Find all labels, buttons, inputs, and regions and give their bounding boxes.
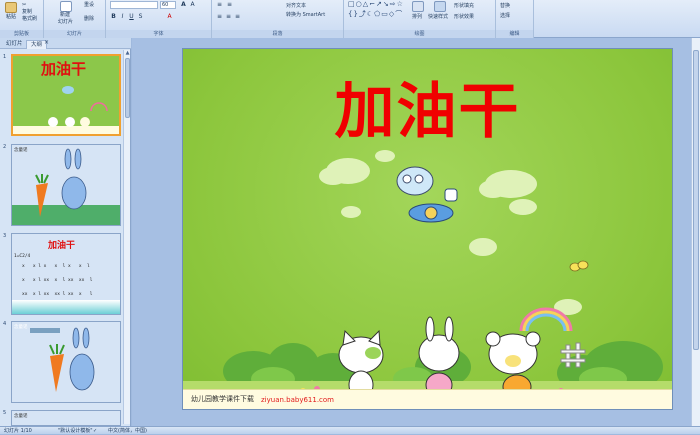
- clipboard-group-label: 剪贴板: [0, 30, 43, 38]
- slide-title[interactable]: 加油干: [183, 63, 672, 150]
- grow-font-icon[interactable]: A: [180, 1, 187, 8]
- editing-group: 替换 选择 编辑: [496, 0, 534, 38]
- delete-button[interactable]: 删除: [84, 16, 94, 23]
- footer-url: ziyuan.baby611.com: [261, 396, 335, 404]
- font-name-select[interactable]: [110, 1, 158, 9]
- close-icon[interactable]: ×: [44, 39, 49, 46]
- thumb-2-art: [12, 148, 120, 225]
- editor-scroll-thumb[interactable]: [693, 50, 699, 350]
- font-group-label: 字体: [106, 30, 211, 38]
- strikethrough-icon[interactable]: S: [137, 13, 144, 20]
- rhythm-row: x x l xx x l xx xx l: [22, 278, 93, 283]
- shrink-font-icon[interactable]: A: [189, 1, 196, 8]
- font-group: 60 A A B I U S A 字体: [106, 0, 212, 38]
- slides-group: 新建 幻灯片 重设 删除 幻灯片: [44, 0, 106, 38]
- numbering-icon[interactable]: ≡: [226, 1, 233, 8]
- slides-group-label: 幻灯片: [44, 30, 105, 38]
- underline-icon[interactable]: U: [128, 13, 135, 20]
- replace-button[interactable]: 替换: [500, 3, 510, 10]
- clipboard-group: 粘贴 ✂ 复制 格式刷 剪贴板: [0, 0, 44, 38]
- convert-smartart-button[interactable]: 转换为 SmartArt: [286, 12, 325, 19]
- slide-thumbnail-5[interactable]: 念童谣: [11, 410, 121, 426]
- thumb-4-art: [30, 327, 95, 392]
- paragraph-group-label: 段落: [212, 30, 343, 38]
- arrange-icon[interactable]: [412, 1, 424, 12]
- slide-thumbnail-2[interactable]: 念童谣: [11, 144, 121, 226]
- align-center-icon[interactable]: ≡: [225, 13, 232, 20]
- slide-thumbnail-1[interactable]: 加油干: [11, 54, 121, 136]
- paragraph-group: ≡ ≡ ≡ ≡ ≡ 对齐文本 转换为 SmartArt 段落: [212, 0, 344, 38]
- slide-number: 4: [3, 321, 7, 327]
- arrange-button[interactable]: 排列: [412, 14, 422, 21]
- clouds: [319, 150, 582, 315]
- scroll-up-icon[interactable]: ▲: [124, 50, 131, 57]
- shape-effects-button[interactable]: 形状效果: [454, 14, 474, 21]
- align-right-icon[interactable]: ≡: [234, 13, 241, 20]
- drawing-group-label: 绘图: [344, 30, 495, 38]
- paste-button[interactable]: 粘贴: [6, 14, 16, 21]
- thumb-title: 加油干: [48, 241, 76, 251]
- slide-number: 5: [3, 410, 7, 416]
- status-bar: 幻灯片 1/10 "默认设计模板" ✓ 中文(简体，中国): [0, 426, 700, 434]
- cut-button[interactable]: ✂: [22, 2, 26, 9]
- bullets-icon[interactable]: ≡: [216, 1, 223, 8]
- airplane-character: [396, 166, 458, 223]
- thumb-3-waves: [12, 300, 120, 314]
- bold-icon[interactable]: B: [110, 13, 117, 20]
- slide-panel: 幻灯片 大纲 × ▲ 1 加油干 2 念童谣 3 加油干 1=C2/4 x x …: [0, 38, 131, 426]
- panel-scroll-thumb[interactable]: [125, 58, 130, 118]
- new-slide-button[interactable]: 新建: [60, 12, 70, 19]
- meter-label: 1=C2/4: [14, 254, 31, 259]
- ribbon: 粘贴 ✂ 复制 格式刷 剪贴板 新建 幻灯片 重设 删除 幻灯片 60 A A …: [0, 0, 700, 38]
- slide-number: 2: [3, 144, 7, 150]
- slide-number: 3: [3, 233, 7, 239]
- footer-strip: 幼儿园教学课件下载 ziyuan.baby611.com: [183, 389, 672, 409]
- new-slide-sub-label: 幻灯片: [58, 19, 74, 25]
- slide-thumbnail-4[interactable]: 念童谣: [11, 321, 121, 403]
- shapes-gallery-row2[interactable]: {}⤴☾⬠▭◇⌒: [348, 11, 403, 18]
- shape-fill-button[interactable]: 形状填充: [454, 3, 474, 10]
- format-painter-button[interactable]: 格式刷: [22, 16, 37, 23]
- thumb-1-art: [13, 86, 119, 134]
- editing-group-label: 编辑: [496, 30, 533, 38]
- butterfly: [569, 260, 589, 272]
- reset-button[interactable]: 重设: [84, 2, 94, 9]
- font-color-icon[interactable]: A: [166, 13, 173, 20]
- italic-icon[interactable]: I: [119, 13, 126, 20]
- tab-slides[interactable]: 幻灯片: [2, 40, 27, 49]
- shapes-gallery[interactable]: □○△⌐↗↘⇨☆: [348, 1, 404, 8]
- footer-text: 幼儿园教学课件下载: [191, 395, 254, 403]
- quick-styles-icon[interactable]: [434, 1, 446, 12]
- rhythm-row: x x l x x l x x l: [22, 264, 90, 269]
- align-left-icon[interactable]: ≡: [216, 13, 223, 20]
- select-button[interactable]: 选择: [500, 13, 510, 20]
- copy-button[interactable]: 复制: [22, 9, 32, 16]
- quick-styles-button[interactable]: 快速样式: [428, 14, 448, 21]
- align-text-button[interactable]: 对齐文本: [286, 3, 306, 10]
- editor-scrollbar[interactable]: [691, 38, 700, 426]
- new-slide-icon[interactable]: [60, 1, 72, 12]
- panel-tabs: 幻灯片 大纲 ×: [0, 38, 131, 49]
- slide-thumbnail-3[interactable]: 加油干 1=C2/4 x x l x x l x x l x x l xx x …: [11, 233, 121, 315]
- font-size-select[interactable]: 60: [160, 1, 176, 9]
- thumb-title: 念童谣: [14, 414, 28, 419]
- paste-icon[interactable]: [5, 2, 17, 13]
- slide-editor: 加油干 幼儿园教学课件下载 ziyuan.baby611.com: [132, 38, 700, 426]
- drawing-group: □○△⌐↗↘⇨☆ {}⤴☾⬠▭◇⌒ 排列 快速样式 形状填充 形状效果 绘图: [344, 0, 496, 38]
- panel-scrollbar[interactable]: ▲: [123, 50, 130, 424]
- rhythm-row: xx x l xx xx l xx x l: [22, 292, 93, 297]
- current-slide[interactable]: 加油干 幼儿园教学课件下载 ziyuan.baby611.com: [182, 48, 673, 410]
- slide-number: 1: [3, 54, 7, 60]
